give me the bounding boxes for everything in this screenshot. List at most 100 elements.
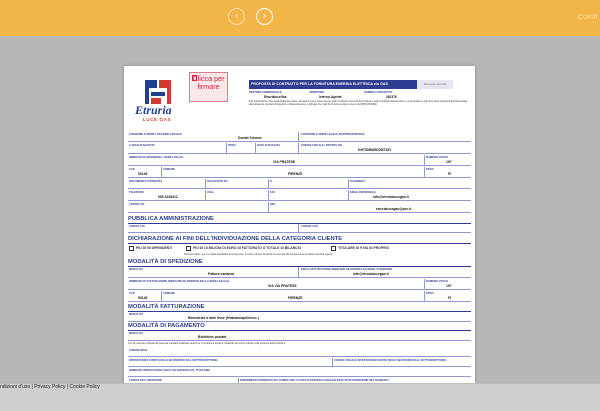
payment-title: MODALITÀ DI PAGAMENTO [128, 323, 205, 329]
creditor-code-label: CODICE DEL CREDITORE [129, 379, 163, 382]
divider [348, 179, 349, 188]
sign-here-label: Clicca per firmare [192, 74, 225, 91]
public-admin-row: CODICE CIG CODICE CUP [128, 224, 471, 233]
divider [255, 143, 256, 153]
fax-label: FAX [270, 191, 276, 194]
intro-paragraph: Il/la sottoscritto/a, il/la Legale Rappr… [249, 100, 468, 106]
tax-code-label: CODICE FISCALE / PARTITA IVA [301, 144, 343, 147]
zip-label: CAP [129, 168, 135, 171]
top-toolbar: ‹ › COMP [0, 0, 600, 36]
issue-date-label: IL [270, 180, 273, 183]
divider [205, 179, 206, 188]
iban-row: CODICE IBAN [128, 348, 471, 357]
phone-field[interactable]: 055 3245412 [158, 195, 178, 199]
contract-header: PROPOSTA DI CONTRATTO PER LA FORNITURA E… [249, 80, 445, 89]
vendor-value: Interno-Agente [319, 95, 342, 99]
payment-mode-field[interactable]: Bollettino postale [198, 335, 226, 339]
city-label: COMUNE [163, 168, 175, 171]
legal-rep-label: COGNOME E NOME LEGALE RAPPRESENTANTE [301, 133, 365, 136]
turnover-checkbox-label: PIÙ DI 10 MILIONI DI EURO DI FATTURATO O… [193, 246, 302, 250]
account-holder-row: INTESTATARIO CONTO (solo se diverso dal … [128, 358, 471, 367]
shipping-mode-row: MODALITÀ Fattura cartacea EMAIL FATTURAZ… [128, 267, 471, 278]
birth-row: LUOGO DI NASCITA PROV DATA DI NASCITA CO… [128, 143, 471, 154]
divider [298, 224, 299, 232]
billing-zip-label: CAP [129, 292, 135, 295]
next-page-button[interactable]: › [256, 8, 273, 25]
employees-checkbox[interactable] [129, 246, 134, 251]
billing-zip-field[interactable]: 50145 [138, 296, 147, 300]
previous-page-button[interactable]: ‹ [228, 8, 245, 25]
shipping-mode-field[interactable]: Fattura cartacea [208, 272, 234, 276]
holder-address-row: INDIRIZZO INTESTATARIO (solo se diverso … [128, 368, 471, 377]
sign-here-button[interactable]: Clicca per firmare [189, 72, 228, 102]
payment-mode-row: MODALITÀ Bollettino postale [128, 331, 471, 341]
issued-by-label: RILASCIATO DA [207, 180, 228, 183]
name-label: COGNOME E NOME / RAGIONE SOCIALE [129, 133, 183, 136]
complete-button[interactable]: COMP [578, 12, 600, 24]
billing-city-field[interactable]: FIRENZE [288, 296, 303, 300]
divider [205, 190, 206, 200]
billing-frequency-row: MODALITÀ Bimestrale a date fisse (febbra… [128, 312, 471, 322]
ipa-code-label: CODICE IPA [129, 203, 145, 206]
footer-links[interactable]: ndizioni d'uso | Privacy Policy | Cookie… [0, 384, 100, 390]
vat-checkbox[interactable] [331, 246, 336, 251]
reserved-box: Riservato Etruria [417, 80, 453, 89]
divider [226, 143, 227, 153]
partner-value: EtrurialuceGas [264, 95, 287, 99]
city-row: CAP 50145 COMUNE FIRENZE PROV FI [128, 167, 471, 178]
address-field[interactable]: VIA PRATESE [273, 160, 295, 164]
divider [298, 132, 299, 141]
client-category-title: DICHIARAZIONE AI FINI DELL'INDIVIDUAZION… [128, 236, 343, 242]
pec-label: PEC [270, 203, 276, 206]
name-row: COGNOME E NOME / RAGIONE SOCIALE Donati … [128, 132, 471, 142]
document-viewer[interactable]: Etruria LUCE GAS Clicca per firmare PROP… [0, 36, 600, 406]
iban-label: CODICE IBAN [129, 349, 147, 352]
category-note: Dichiara inoltre, ove non abbia specific… [184, 253, 334, 256]
billing-civic-field[interactable]: 197 [446, 284, 452, 288]
divider [332, 358, 333, 366]
id-document-row: DOCUMENTO D'IDENTITÀ RILASCIATO DA IL SC… [128, 179, 471, 189]
billing-frequency-label: MODALITÀ [129, 313, 144, 316]
section-divider [128, 243, 471, 244]
billing-frequency-title: MODALITÀ FATTURAZIONE [128, 304, 205, 310]
logo-subtitle: LUCE GAS [143, 117, 172, 122]
turnover-checkbox[interactable] [186, 246, 191, 251]
billing-city-label: COMUNE [163, 292, 175, 295]
holder-address-label: INDIRIZZO INTESTATARIO (solo se diverso … [129, 369, 211, 372]
contract-number-value: 262378 [386, 95, 397, 99]
partner-label: PARTNER COMMERCIALE [249, 91, 282, 94]
billing-city-row: CAP 50145 COMUNE FIRENZE PROV FI [128, 291, 471, 302]
zip-field[interactable]: 50145 [138, 172, 147, 176]
province-label: PROV [426, 168, 434, 171]
cig-label: CODICE CIG [129, 225, 145, 228]
street-number-label: NUMERO CIVICO [426, 156, 448, 159]
billing-email-label: EMAIL FATTURAZIONE (indicare se diversa … [301, 268, 393, 271]
city-field[interactable]: FIRENZE [288, 172, 303, 176]
pec-field[interactable]: etrurialucegas@pec.it [376, 207, 411, 211]
vendor-label: VENDITORE [309, 91, 325, 94]
divider [348, 190, 349, 200]
account-holder-taxcode-label: CODICE FISCALE INTESTATARIO CONTO (solo … [334, 359, 447, 362]
divider [298, 143, 299, 153]
billing-email-field[interactable]: info@etrurialucegas.it [353, 272, 389, 276]
name-field[interactable]: Donati Simone [238, 136, 262, 140]
billing-address-row: INDIRIZZO DI FATTURAZIONE (indicare se d… [128, 279, 471, 290]
divider [268, 190, 269, 200]
street-number-field[interactable]: 197 [446, 160, 452, 164]
divider [424, 279, 425, 289]
billing-province-field[interactable]: FI [448, 296, 451, 300]
email-field[interactable]: info@etrurialucegas.it [373, 195, 409, 199]
mobile-label: CELL. [207, 191, 215, 194]
shipping-mode-label: MODALITÀ [129, 268, 144, 271]
billing-frequency-field[interactable]: Bimestrale a date fisse (febbraio/aprile… [188, 316, 259, 320]
expiry-label: SCADENZA [350, 180, 365, 183]
province-field[interactable]: FI [448, 172, 451, 176]
billing-province-label: PROV [426, 292, 434, 295]
id-document-label: DOCUMENTO D'IDENTITÀ [129, 180, 163, 183]
mandate-reference-label: RIFERIMENTO MANDATO (da compilare a cura… [240, 379, 389, 382]
billing-address-field[interactable]: VIA VIA PRATESE [268, 284, 297, 288]
email-label: EMAIL PERSONALE [350, 191, 376, 194]
divider [424, 291, 425, 301]
account-holder-label: INTESTATARIO CONTO (solo se diverso dal … [129, 359, 218, 362]
tax-code-field[interactable]: DNTSMN65D05I726Y [358, 148, 391, 152]
